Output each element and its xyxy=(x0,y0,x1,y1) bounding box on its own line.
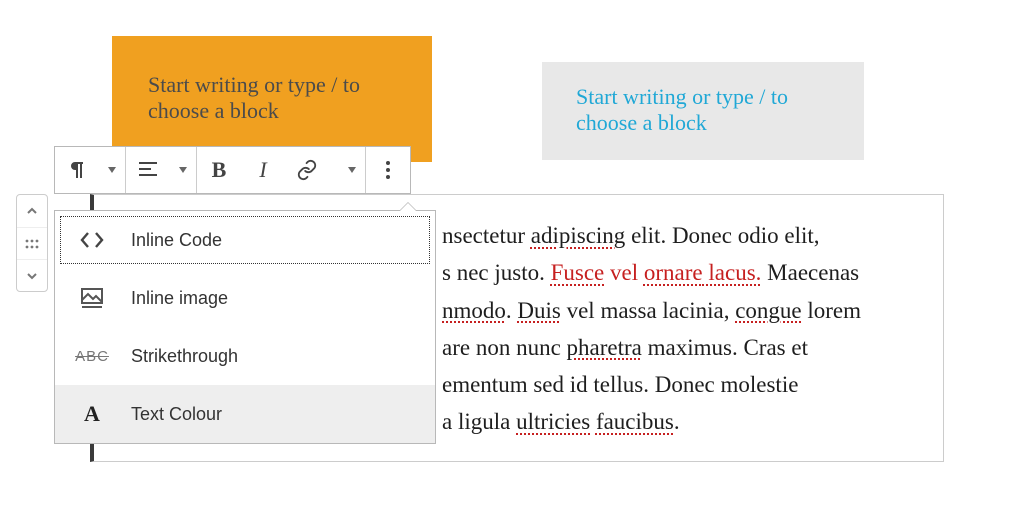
code-icon xyxy=(77,231,107,249)
menu-item-inline-image[interactable]: Inline image xyxy=(55,269,435,327)
block-type-button[interactable] xyxy=(55,147,99,193)
para-text: Maecenas xyxy=(761,260,859,285)
placeholder-orange[interactable]: Start writing or type / to choose a bloc… xyxy=(112,36,432,162)
align-left-icon xyxy=(138,161,158,179)
para-text-red: vel xyxy=(604,260,644,285)
caret-down-icon xyxy=(108,167,116,173)
menu-item-label: Strikethrough xyxy=(131,346,238,367)
para-text: s nec justo. xyxy=(442,260,551,285)
more-vertical-icon xyxy=(385,160,391,180)
menu-item-text-colour[interactable]: A Text Colour xyxy=(55,385,435,443)
drag-handle[interactable] xyxy=(17,227,47,259)
para-text: nsectetur xyxy=(442,223,531,248)
para-text-red: ornare xyxy=(644,260,703,285)
para-text: . xyxy=(506,298,518,323)
para-text-red: Fusce xyxy=(551,260,605,285)
align-button[interactable] xyxy=(126,147,170,193)
format-dropdown[interactable] xyxy=(339,147,365,193)
text-color-icon: A xyxy=(77,401,107,427)
move-up-button[interactable] xyxy=(17,195,47,227)
para-text: Duis xyxy=(517,298,560,323)
menu-item-label: Inline image xyxy=(131,288,228,309)
block-type-dropdown[interactable] xyxy=(99,147,125,193)
separator xyxy=(329,147,339,193)
para-text: . xyxy=(674,409,680,434)
para-text-red: lacus. xyxy=(703,260,762,285)
menu-item-strikethrough[interactable]: ABC Strikethrough xyxy=(55,327,435,385)
chevron-up-icon xyxy=(26,205,38,217)
menu-item-label: Text Colour xyxy=(131,404,222,425)
para-text: a ligula xyxy=(442,409,516,434)
canvas: Start writing or type / to choose a bloc… xyxy=(0,0,1024,526)
para-text: nmodo xyxy=(442,298,506,323)
drag-icon xyxy=(25,239,39,249)
toolbar-more-group xyxy=(366,147,410,193)
para-text: elit. Donec odio elit, xyxy=(625,223,819,248)
menu-item-label: Inline Code xyxy=(131,230,222,251)
para-text: adipiscing xyxy=(531,223,626,248)
para-text: pharetra xyxy=(567,335,642,360)
para-text: ementum sed id tellus. Donec molestie xyxy=(442,372,798,397)
link-icon xyxy=(296,159,318,181)
para-text: faucibus xyxy=(596,409,674,434)
para-text: are non nunc xyxy=(442,335,567,360)
para-text: ultricies xyxy=(516,409,590,434)
image-icon xyxy=(77,288,107,308)
italic-button[interactable]: I xyxy=(241,147,285,193)
bold-button[interactable]: B xyxy=(197,147,241,193)
caret-down-icon xyxy=(348,167,356,173)
para-text: maximus. Cras et xyxy=(642,335,808,360)
block-toolbar: B I xyxy=(54,146,411,194)
menu-item-inline-code[interactable]: Inline Code xyxy=(55,211,435,269)
toolbar-align-group xyxy=(126,147,197,193)
link-button[interactable] xyxy=(285,147,329,193)
para-text: lorem xyxy=(802,298,861,323)
paragraph-icon xyxy=(67,160,87,180)
toolbar-type-group xyxy=(55,147,126,193)
more-button[interactable] xyxy=(366,147,410,193)
align-dropdown[interactable] xyxy=(170,147,196,193)
block-movers xyxy=(16,194,48,292)
chevron-down-icon xyxy=(26,270,38,282)
strike-icon: ABC xyxy=(77,348,107,365)
format-dropdown-menu: Inline Code Inline image ABC Strikethrou… xyxy=(54,210,436,444)
para-text: vel massa lacinia, xyxy=(561,298,735,323)
toolbar-format-group: B I xyxy=(197,147,366,193)
para-text: congue xyxy=(735,298,801,323)
move-down-button[interactable] xyxy=(17,259,47,291)
caret-down-icon xyxy=(179,167,187,173)
placeholder-grey[interactable]: Start writing or type / to choose a bloc… xyxy=(542,62,864,160)
